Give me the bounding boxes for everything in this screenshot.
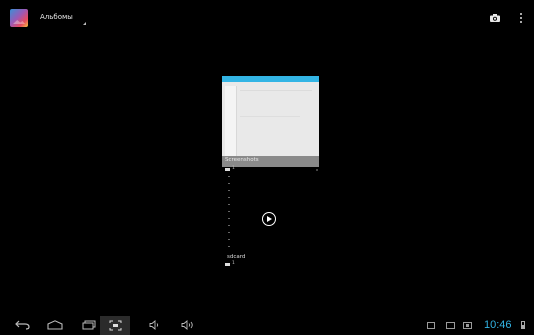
album-caption: Screenshots <box>225 157 259 163</box>
back-icon[interactable] <box>15 320 30 330</box>
sdcard-item-count: 1 <box>232 261 235 266</box>
thumbnail-sidebar <box>225 86 237 156</box>
folder-icon <box>225 168 230 171</box>
thumbnail-divider <box>240 116 300 117</box>
thumbnail-statusbar <box>222 76 319 82</box>
home-icon[interactable] <box>47 320 63 330</box>
play-button[interactable] <box>262 212 276 226</box>
gallery-app-icon[interactable] <box>10 9 28 27</box>
overflow-menu-icon[interactable] <box>520 13 523 23</box>
volume-up-icon[interactable] <box>181 320 194 330</box>
dropdown-indicator-icon[interactable] <box>83 22 86 25</box>
volume-down-icon[interactable] <box>149 320 160 330</box>
album-item-count: 1 <box>232 166 235 171</box>
notification-icon[interactable] <box>446 322 455 329</box>
status-clock[interactable]: 10:46 <box>484 319 512 331</box>
notification-icon[interactable] <box>427 322 435 329</box>
sdcard-album-label[interactable]: sdcard <box>227 254 245 260</box>
folder-icon <box>225 263 230 266</box>
album-thumbnail-screenshots[interactable]: Screenshots <box>222 76 319 167</box>
screenshot-button[interactable] <box>100 316 130 335</box>
recents-icon[interactable] <box>82 320 96 330</box>
album-view-title[interactable]: Альбомы <box>40 13 73 21</box>
notification-icon[interactable] <box>463 322 472 329</box>
screenshot-icon <box>109 320 122 331</box>
action-bar: Альбомы <box>0 0 534 38</box>
system-navigation-bar: 10:46 <box>0 316 534 335</box>
album-corner-marker <box>316 169 318 171</box>
camera-icon[interactable] <box>490 14 500 22</box>
dotted-track <box>228 176 230 250</box>
battery-icon[interactable] <box>521 321 525 329</box>
thumbnail-divider <box>240 90 312 91</box>
